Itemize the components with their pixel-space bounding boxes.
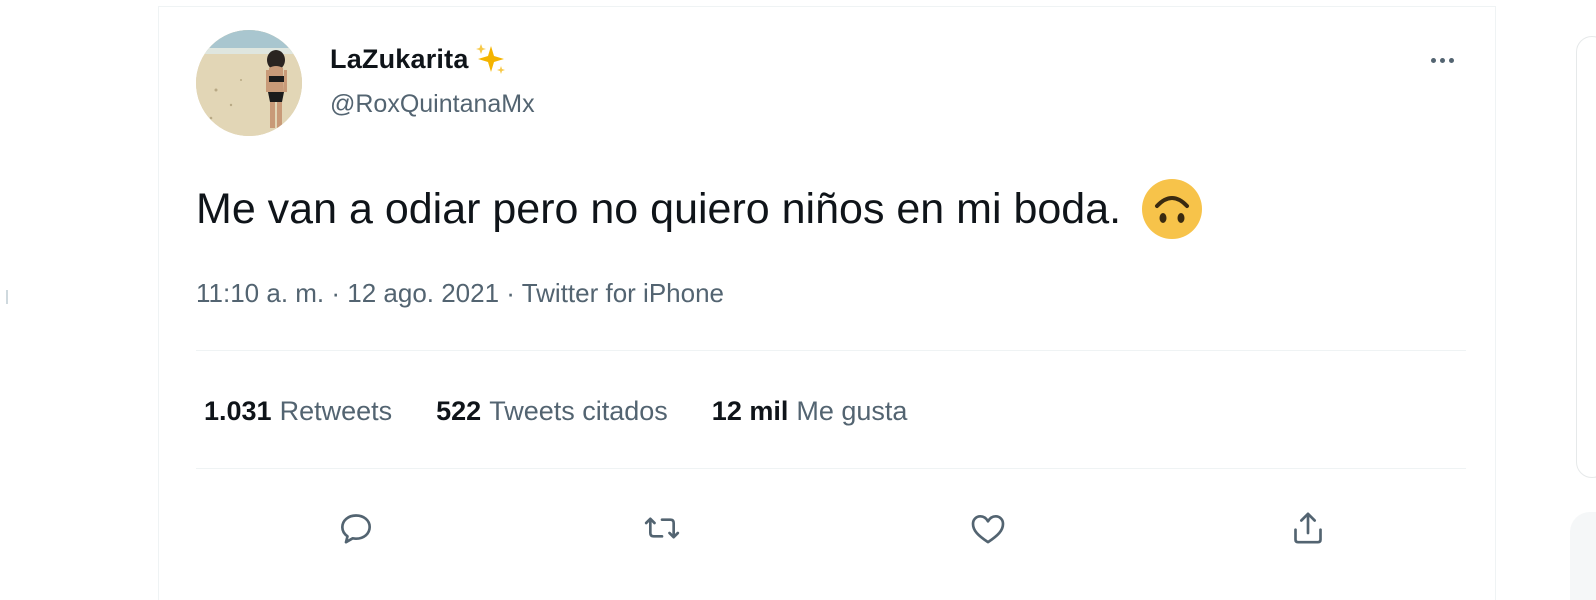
display-name-text: LaZukarita [330,43,469,74]
upside-down-face-icon [1142,179,1203,239]
avatar-image [196,30,302,136]
retweets-stat[interactable]: 1.031 Retweets [204,396,392,427]
like-button[interactable] [966,506,1010,550]
more-dot [1448,57,1454,63]
reply-button[interactable] [334,506,378,550]
tweet-meta[interactable]: 11:10 a. m. · 12 ago. 2021 · Twitter for… [196,278,724,309]
retweet-icon [644,517,680,539]
more-horizontal-icon[interactable] [1424,48,1460,72]
divider [196,468,1466,469]
more-dot [1430,57,1436,63]
retweets-count: 1.031 [204,396,272,426]
tweet-text: Me van a odiar pero no quiero niños en m… [196,178,1203,240]
likes-stat[interactable]: 12 mil Me gusta [712,396,908,427]
retweets-label: Retweets [279,396,393,426]
left-edge-mark [6,290,8,304]
right-sidebar-panel [1576,36,1596,478]
tweet-page: LaZukarita @RoxQuintanaMx Me van a odiar… [0,0,1596,600]
sparkles-icon [475,44,505,74]
action-bar [0,506,1596,550]
divider [196,350,1466,351]
quotes-label: Tweets citados [489,396,668,426]
quotes-stat[interactable]: 522 Tweets citados [436,396,668,427]
more-dot [1439,57,1445,63]
tweet-stats: 1.031 Retweets 522 Tweets citados 12 mil Me… [204,396,951,427]
user-handle[interactable]: @RoxQuintanaMx [330,90,535,119]
tweet-text-content: Me van a odiar pero no quiero niños en m… [196,184,1122,233]
display-name[interactable]: LaZukarita [330,42,507,76]
likes-label: Me gusta [796,396,908,426]
retweet-button[interactable] [640,506,684,550]
reply-icon [341,514,371,544]
share-button[interactable] [1286,506,1330,550]
quotes-count: 522 [436,396,482,426]
share-icon [1294,512,1322,544]
heart-icon [971,515,1005,544]
avatar[interactable] [196,30,302,136]
likes-count: 12 mil [711,396,789,426]
